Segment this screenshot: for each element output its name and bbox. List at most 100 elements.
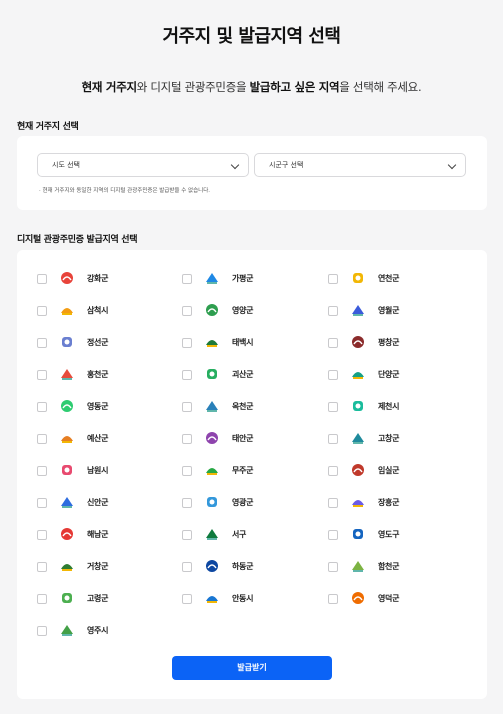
region-item[interactable]: 하동군 bbox=[182, 558, 322, 576]
region-checkbox[interactable] bbox=[37, 530, 47, 540]
region-item[interactable]: 제천시 bbox=[328, 398, 468, 416]
region-logo-icon bbox=[61, 308, 73, 315]
region-item[interactable]: 안동시 bbox=[182, 590, 322, 608]
region-item[interactable]: 영동군 bbox=[37, 398, 177, 416]
region-checkbox[interactable] bbox=[182, 562, 192, 572]
issue-button[interactable]: 발급받기 bbox=[172, 656, 332, 680]
region-checkbox[interactable] bbox=[37, 306, 47, 316]
region-item[interactable]: 삼척시 bbox=[37, 302, 177, 320]
region-checkbox[interactable] bbox=[328, 498, 338, 508]
region-item[interactable]: 영덕군 bbox=[328, 590, 468, 608]
region-checkbox[interactable] bbox=[182, 370, 192, 380]
region-item[interactable]: 연천군 bbox=[328, 270, 468, 288]
region-name: 영덕군 bbox=[378, 594, 400, 603]
region-checkbox[interactable] bbox=[328, 338, 338, 348]
region-logo-icon bbox=[206, 340, 218, 347]
region-item[interactable]: 태백시 bbox=[182, 334, 322, 352]
region-item[interactable]: 고령군 bbox=[37, 590, 177, 608]
region-item[interactable]: 서구 bbox=[182, 526, 322, 544]
subtitle-emphasis-region: 발급하고 싶은 지역 bbox=[249, 80, 340, 94]
region-checkbox[interactable] bbox=[182, 498, 192, 508]
region-logo-icon bbox=[206, 304, 218, 316]
region-checkbox[interactable] bbox=[37, 498, 47, 508]
region-checkbox[interactable] bbox=[182, 434, 192, 444]
region-item[interactable]: 정선군 bbox=[37, 334, 177, 352]
region-checkbox[interactable] bbox=[37, 626, 47, 636]
region-logo-icon bbox=[352, 500, 364, 507]
region-item[interactable]: 영양군 bbox=[182, 302, 322, 320]
region-item[interactable]: 영광군 bbox=[182, 494, 322, 512]
region-item[interactable]: 남원시 bbox=[37, 462, 177, 480]
region-checkbox[interactable] bbox=[182, 530, 192, 540]
region-item[interactable]: 고창군 bbox=[328, 430, 468, 448]
region-checkbox[interactable] bbox=[182, 402, 192, 412]
page-title: 거주지 및 발급지역 선택 bbox=[162, 26, 341, 47]
region-item[interactable]: 옥천군 bbox=[182, 398, 322, 416]
region-logo-icon bbox=[61, 400, 73, 412]
region-logo-icon bbox=[206, 432, 218, 444]
region-checkbox[interactable] bbox=[328, 306, 338, 316]
region-logo-icon bbox=[352, 336, 364, 348]
region-item[interactable]: 장흥군 bbox=[328, 494, 468, 512]
region-name: 영양군 bbox=[232, 306, 254, 315]
region-name: 고령군 bbox=[87, 594, 109, 603]
region-item[interactable]: 영도구 bbox=[328, 526, 468, 544]
region-checkbox[interactable] bbox=[182, 306, 192, 316]
region-checkbox[interactable] bbox=[182, 338, 192, 348]
region-checkbox[interactable] bbox=[182, 594, 192, 604]
region-name: 장흥군 bbox=[378, 498, 400, 507]
region-item[interactable]: 거창군 bbox=[37, 558, 177, 576]
region-name: 평창군 bbox=[378, 338, 400, 347]
region-item[interactable]: 홍천군 bbox=[37, 366, 177, 384]
region-item[interactable]: 강화군 bbox=[37, 270, 177, 288]
region-checkbox[interactable] bbox=[37, 370, 47, 380]
region-checkbox[interactable] bbox=[328, 274, 338, 284]
region-name: 영동군 bbox=[87, 402, 109, 411]
region-item[interactable]: 무주군 bbox=[182, 462, 322, 480]
region-logo-icon bbox=[61, 528, 73, 540]
region-name: 고창군 bbox=[378, 434, 400, 443]
region-item[interactable]: 가평군 bbox=[182, 270, 322, 288]
region-item[interactable]: 예산군 bbox=[37, 430, 177, 448]
region-item[interactable]: 단양군 bbox=[328, 366, 468, 384]
region-checkbox[interactable] bbox=[328, 434, 338, 444]
region-checkbox[interactable] bbox=[37, 274, 47, 284]
region-checkbox[interactable] bbox=[37, 466, 47, 476]
region-logo-icon bbox=[61, 272, 73, 284]
region-item[interactable]: 해남군 bbox=[37, 526, 177, 544]
region-item[interactable]: 태안군 bbox=[182, 430, 322, 448]
sigungu-select[interactable]: 시군구 선택 bbox=[254, 153, 466, 177]
region-logo-icon bbox=[61, 564, 73, 571]
residence-section-label: 현재 거주지 선택 bbox=[17, 122, 79, 132]
region-checkbox[interactable] bbox=[328, 594, 338, 604]
region-item[interactable]: 영월군 bbox=[328, 302, 468, 320]
region-item[interactable]: 신안군 bbox=[37, 494, 177, 512]
region-checkbox[interactable] bbox=[328, 370, 338, 380]
region-checkbox[interactable] bbox=[37, 562, 47, 572]
region-logo-icon bbox=[207, 369, 217, 379]
region-name: 하동군 bbox=[232, 562, 254, 571]
region-checkbox[interactable] bbox=[37, 434, 47, 444]
region-name: 삼척시 bbox=[87, 306, 109, 315]
region-item[interactable]: 괴산군 bbox=[182, 366, 322, 384]
region-checkbox[interactable] bbox=[328, 466, 338, 476]
region-checkbox[interactable] bbox=[182, 274, 192, 284]
region-item[interactable]: 임실군 bbox=[328, 462, 468, 480]
region-checkbox[interactable] bbox=[328, 562, 338, 572]
region-logo-icon bbox=[62, 593, 72, 603]
region-checkbox[interactable] bbox=[37, 594, 47, 604]
region-checkbox[interactable] bbox=[37, 338, 47, 348]
region-name: 서구 bbox=[232, 530, 247, 539]
region-logo-icon bbox=[61, 436, 73, 443]
region-checkbox[interactable] bbox=[37, 402, 47, 412]
region-checkbox[interactable] bbox=[182, 466, 192, 476]
sido-select[interactable]: 시도 선택 bbox=[37, 153, 249, 177]
region-name: 홍천군 bbox=[87, 370, 109, 379]
region-checkbox[interactable] bbox=[328, 402, 338, 412]
region-checkbox[interactable] bbox=[328, 530, 338, 540]
region-item[interactable]: 함천군 bbox=[328, 558, 468, 576]
region-name: 연천군 bbox=[378, 274, 400, 283]
region-item[interactable]: 영주시 bbox=[37, 622, 177, 640]
region-item[interactable]: 평창군 bbox=[328, 334, 468, 352]
region-name: 거창군 bbox=[87, 562, 109, 571]
